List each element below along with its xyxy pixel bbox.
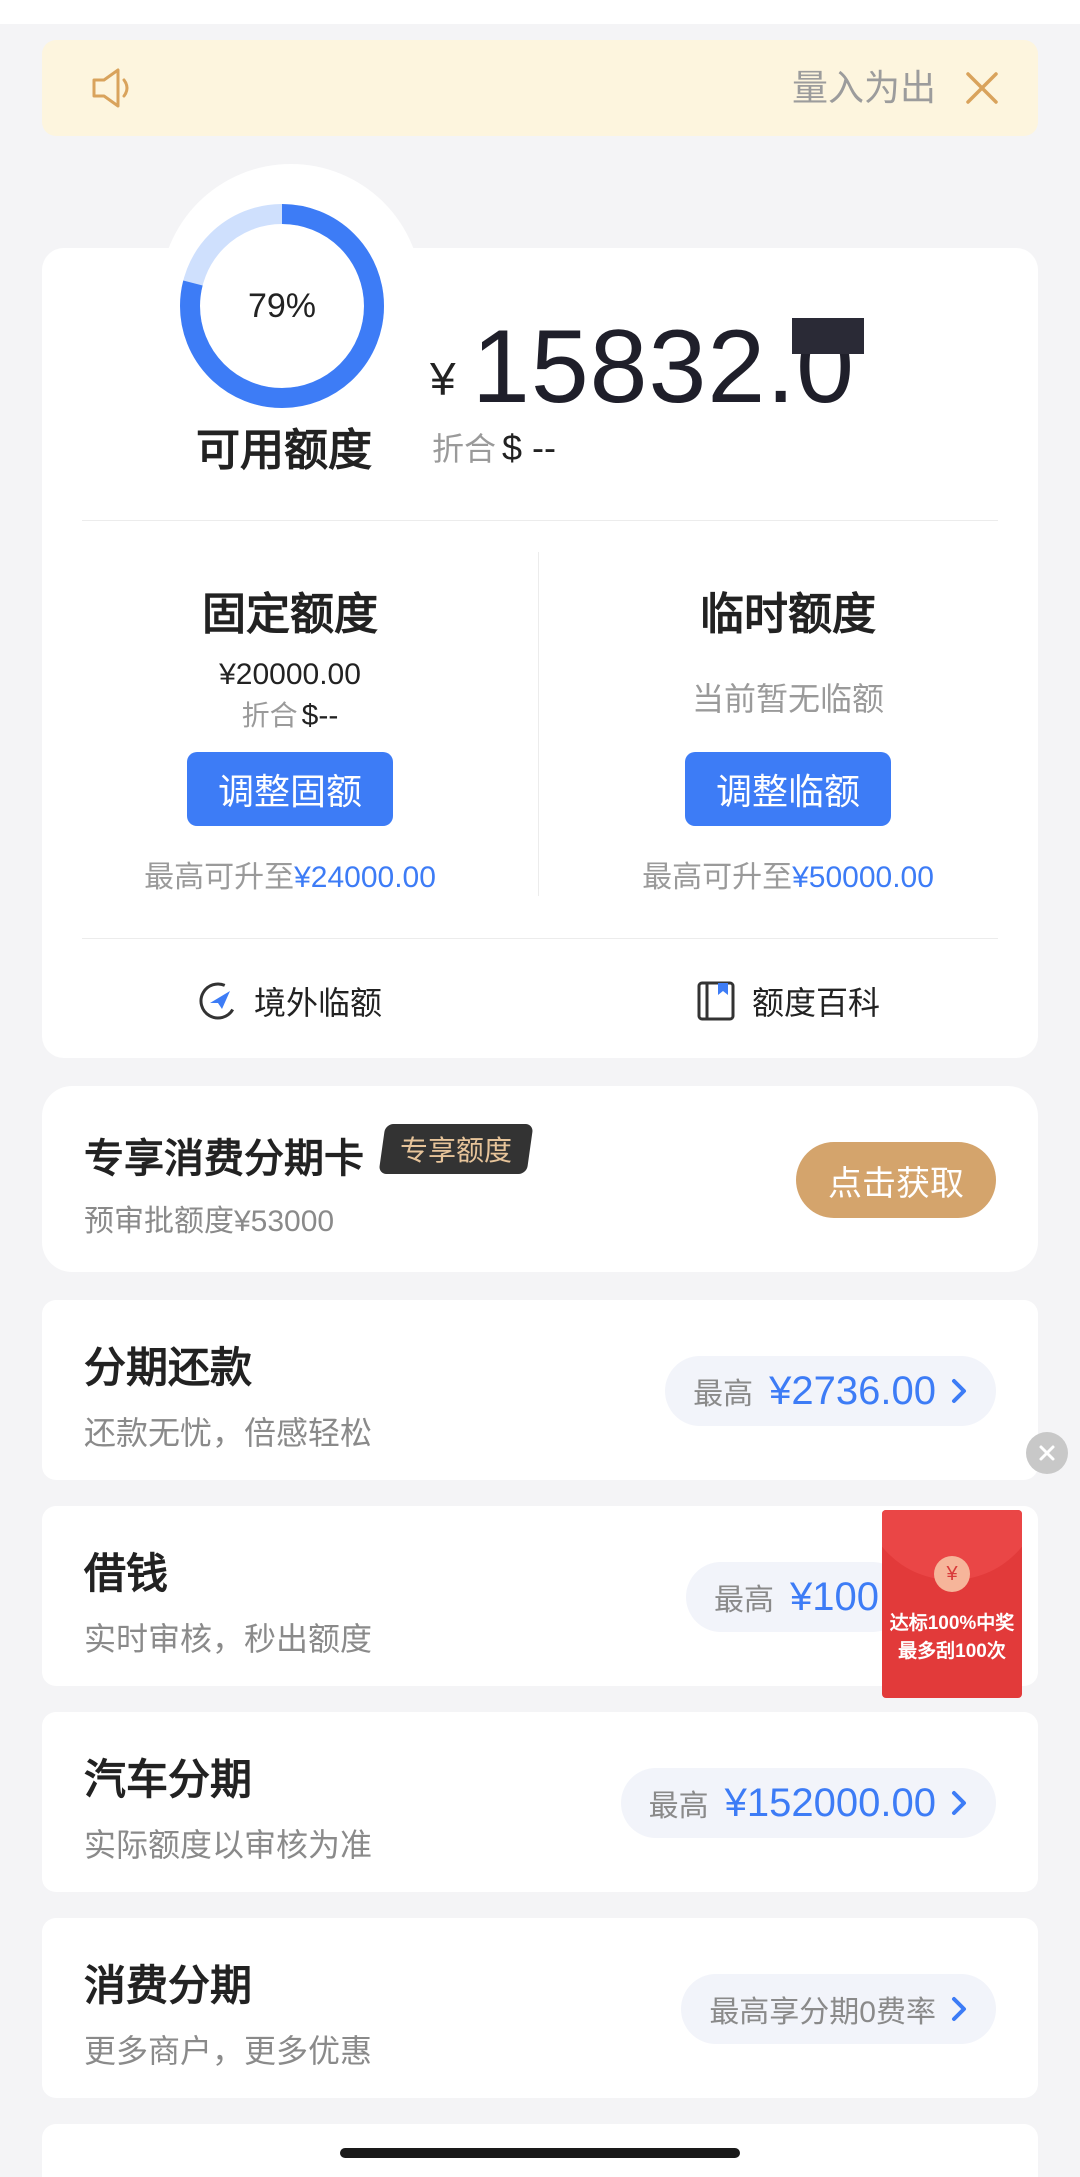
fixed-max-value: ¥24000.00 [294, 861, 436, 894]
temporary-max-prefix: 最高可升至 [642, 861, 793, 894]
product-subtitle: 实时审核，秒出额度 [84, 1621, 373, 1657]
fixed-equiv-label: 折合 [241, 700, 298, 731]
plane-globe-icon [199, 982, 237, 1020]
divider [82, 938, 998, 939]
product-subtitle: 还款无忧，倍感轻松 [84, 1415, 373, 1451]
notice-bar[interactable]: 量入为出 [42, 40, 1038, 136]
product-car-installment[interactable]: 汽车分期 实际额度以审核为准 最高 ¥152000.00 [42, 1712, 1038, 1892]
close-icon[interactable] [962, 68, 1002, 108]
column-divider [538, 552, 539, 896]
promo-text: 达标100%中奖 最多刮100次 [882, 1610, 1022, 1666]
fixed-credit-equiv: 折合 $-- [80, 694, 500, 734]
currency-symbol: ¥ [430, 353, 456, 405]
temporary-credit-status: 当前暂无临额 [691, 681, 884, 717]
pill-value: ¥2736.00 [769, 1368, 936, 1413]
close-icon [1039, 1445, 1055, 1461]
exclusive-tag-label: 专享额度 [400, 1135, 513, 1166]
home-indicator[interactable] [340, 2148, 740, 2158]
chevron-right-icon [952, 1791, 966, 1815]
product-subtitle: 实际额度以审核为准 [84, 1827, 373, 1863]
temporary-max-value: ¥50000.00 [792, 861, 934, 894]
credit-wiki-link[interactable]: 额度百科 [694, 976, 880, 1026]
product-max-pill[interactable]: 最高 ¥2736.00 [665, 1356, 996, 1426]
product-title: 汽车分期 [84, 1756, 253, 1803]
speaker-icon [92, 68, 129, 108]
product-consumer-installment[interactable]: 消费分期 更多商户，更多优惠 最高享分期0费率 [42, 1918, 1038, 2098]
red-envelope-promo[interactable]: ¥ 达标100%中奖 最多刮100次 [882, 1510, 1022, 1698]
exclusive-tag: 专享额度 [378, 1124, 534, 1174]
redaction-mask [792, 318, 864, 354]
status-strip [0, 0, 1080, 24]
promo-line-1: 达标100%中奖 [889, 1613, 1015, 1634]
promo-close-button[interactable] [1026, 1432, 1068, 1474]
credit-wiki-label: 额度百科 [752, 985, 881, 1021]
product-title: 消费分期 [84, 1962, 253, 2009]
available-equiv: 折合 $ -- [432, 424, 556, 470]
divider [82, 520, 998, 521]
exclusive-title: 专享消费分期卡 [84, 1137, 364, 1181]
product-max-pill[interactable]: 最高 ¥152000.00 [620, 1768, 996, 1838]
available-credit-label: 可用额度 [196, 426, 372, 475]
temporary-max-upgrade: 最高可升至¥50000.00 [578, 852, 998, 896]
adjust-temporary-credit-button[interactable]: 调整临额 [685, 752, 891, 826]
overseas-temp-credit-label: 境外临额 [254, 985, 383, 1021]
book-icon [697, 981, 735, 1021]
overseas-temp-credit-link[interactable]: 境外临额 [196, 976, 382, 1026]
fixed-equiv-value: $-- [301, 699, 339, 732]
fixed-max-prefix: 最高可升至 [144, 861, 295, 894]
fixed-credit-amount: ¥20000.00 [219, 658, 361, 691]
exclusive-subtitle: 预审批额度¥53000 [84, 1205, 335, 1238]
promo-line-2: 最多刮100次 [898, 1641, 1006, 1662]
pill-value: ¥152000.00 [724, 1780, 936, 1825]
get-now-button[interactable]: 点击获取 [796, 1142, 996, 1218]
product-installment-repay[interactable]: 分期还款 还款无忧，倍感轻松 最高 ¥2736.00 [42, 1300, 1038, 1480]
fixed-credit-title: 固定额度 [202, 590, 378, 639]
yen-coin-icon: ¥ [934, 1556, 970, 1592]
available-equiv-value: $ -- [502, 427, 557, 468]
chevron-right-icon [952, 1997, 966, 2021]
credit-percent: 79% [247, 286, 317, 325]
adjust-fixed-credit-button[interactable]: 调整固额 [187, 752, 393, 826]
exclusive-installment-card[interactable]: 专享消费分期卡 专享额度 预审批额度¥53000 点击获取 [42, 1086, 1038, 1272]
temporary-credit-title: 临时额度 [700, 590, 876, 639]
fixed-max-upgrade: 最高可升至¥24000.00 [80, 852, 500, 896]
pill-label: 最高 [714, 1584, 774, 1617]
available-equiv-label: 折合 [432, 431, 497, 467]
chevron-right-icon [952, 1379, 966, 1403]
pill-label: 最高享分期0费率 [709, 1996, 936, 2029]
product-title: 分期还款 [84, 1344, 253, 1391]
pill-label: 最高 [648, 1790, 709, 1823]
credit-ring: 79% [160, 164, 422, 426]
pill-label: 最高 [693, 1378, 754, 1411]
product-title: 借钱 [84, 1550, 169, 1597]
product-max-pill[interactable]: 最高享分期0费率 [681, 1974, 996, 2044]
product-subtitle: 更多商户，更多优惠 [84, 2033, 373, 2069]
pill-value: ¥100 [790, 1574, 879, 1619]
notice-text: 量入为出 [791, 67, 936, 108]
product-max-pill[interactable]: 最高 ¥100 [686, 1562, 907, 1632]
